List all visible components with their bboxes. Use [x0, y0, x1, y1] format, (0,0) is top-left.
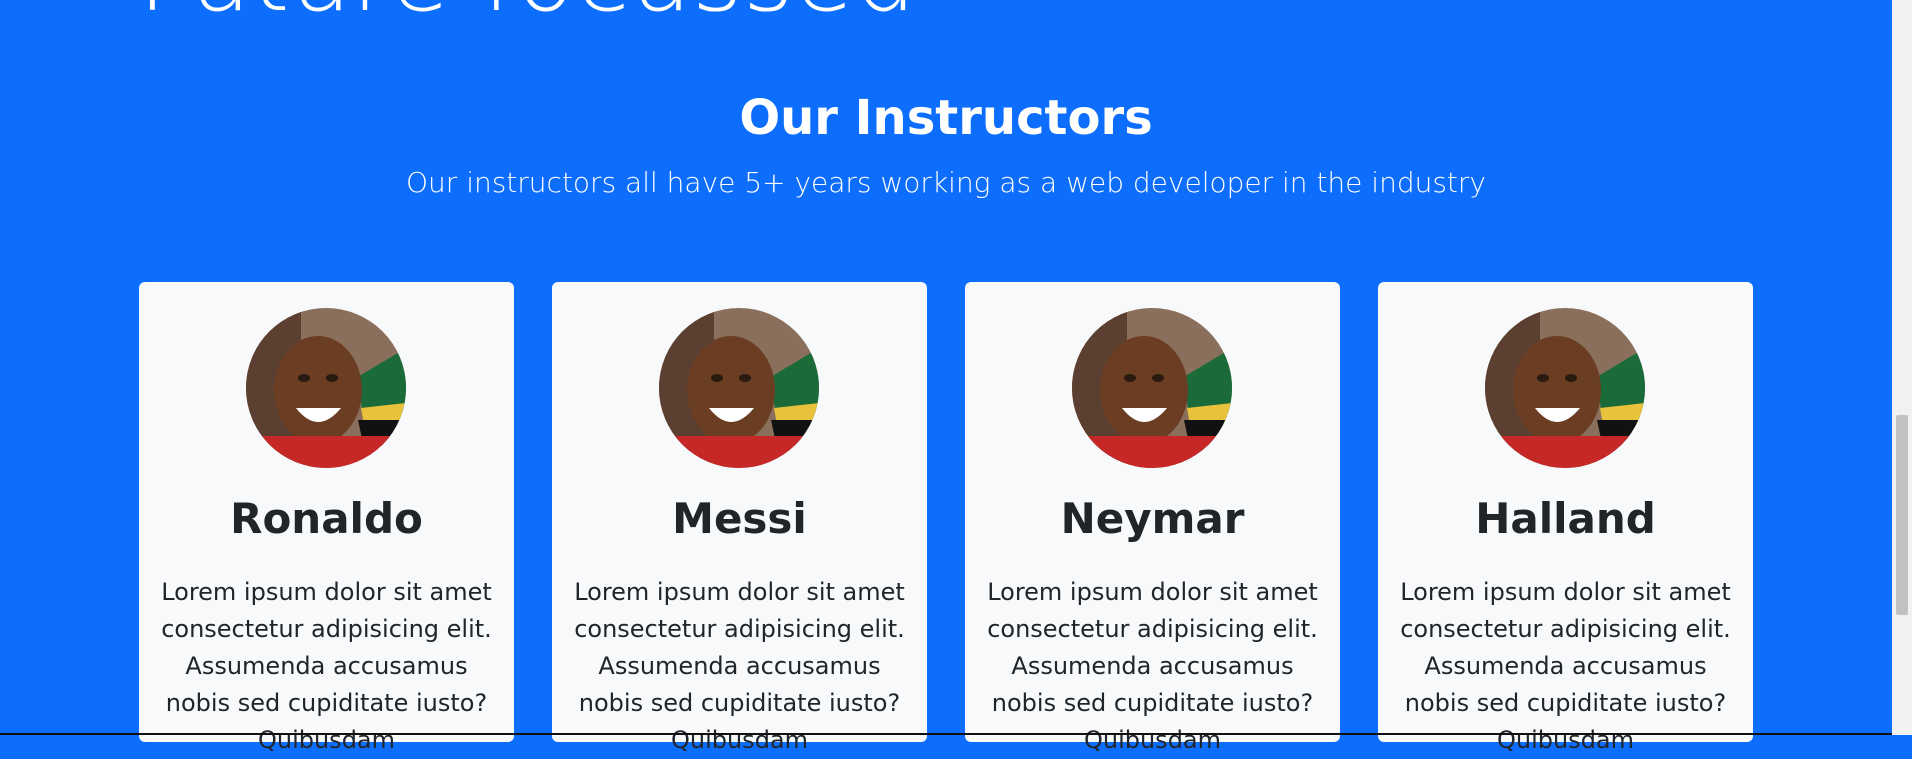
instructor-card: Ronaldo Lorem ipsum dolor sit amet conse… [139, 282, 514, 754]
scrollbar-thumb[interactable] [1896, 415, 1908, 615]
instructor-avatar [659, 308, 819, 468]
instructor-card: Halland Lorem ipsum dolor sit amet conse… [1378, 282, 1753, 754]
instructor-name: Halland [1475, 494, 1656, 543]
instructor-bio: Lorem ipsum dolor sit amet consectetur a… [1400, 578, 1731, 754]
section-subheading: Our instructors all have 5+ years workin… [406, 166, 1486, 199]
instructor-avatar [1485, 308, 1645, 468]
instructor-avatar [1072, 308, 1232, 468]
hero-title: Future focussed [138, 0, 916, 26]
instructor-card: Messi Lorem ipsum dolor sit amet consect… [552, 282, 927, 754]
section-heading: Our Instructors [739, 90, 1153, 146]
instructor-card: Neymar Lorem ipsum dolor sit amet consec… [965, 282, 1340, 754]
instructor-name: Neymar [1060, 494, 1245, 543]
instructor-name: Messi [672, 494, 807, 543]
instructor-bio: Lorem ipsum dolor sit amet consectetur a… [574, 578, 905, 754]
instructor-name: Ronaldo [230, 494, 423, 543]
instructor-avatar [246, 308, 406, 468]
vertical-scrollbar[interactable] [1892, 0, 1912, 735]
instructor-bio: Lorem ipsum dolor sit amet consectetur a… [987, 578, 1318, 754]
instructor-bio: Lorem ipsum dolor sit amet consectetur a… [161, 578, 492, 754]
